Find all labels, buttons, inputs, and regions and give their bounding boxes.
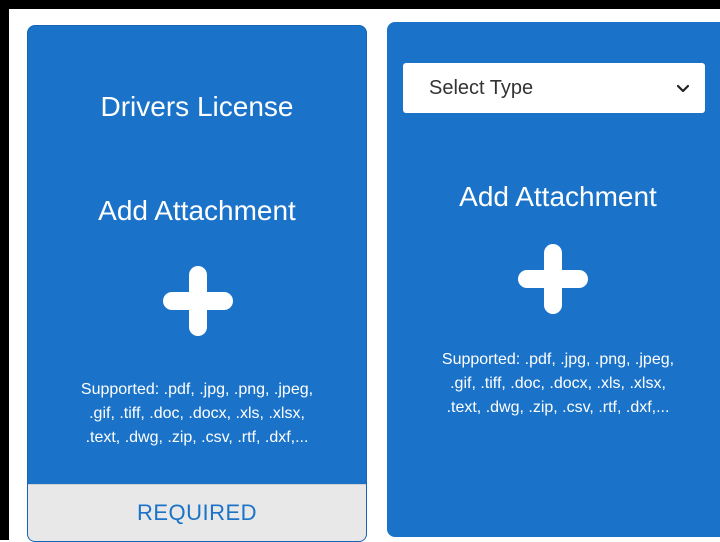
add-attachment-label[interactable]: Add Attachment [387, 180, 720, 214]
document-title: Drivers License [100, 91, 294, 122]
supported-formats-text: Supported: .pdf, .jpg, .png, .jpeg, .gif… [441, 351, 675, 416]
chevron-down-icon [676, 84, 690, 93]
add-attachment-label[interactable]: Add Attachment [28, 194, 366, 228]
plus-icon[interactable] [518, 244, 588, 314]
outer-frame: Drivers License Add Attachment Supported… [0, 0, 720, 542]
plus-icon[interactable] [163, 266, 233, 336]
required-status-bar: REQUIRED [28, 484, 366, 541]
attachment-area: Drivers License Add Attachment Supported… [9, 9, 720, 542]
supported-formats-text: Supported: .pdf, .jpg, .png, .jpeg, .gif… [80, 381, 314, 446]
type-select-dropdown[interactable]: Select Type [403, 63, 705, 113]
type-select-value: Select Type [429, 76, 534, 99]
drivers-license-attachment-card[interactable]: Drivers License Add Attachment Supported… [27, 25, 367, 542]
other-attachment-card[interactable]: Select Type Add Attachment Supported: .p… [387, 22, 720, 537]
required-label: REQUIRED [136, 500, 258, 525]
